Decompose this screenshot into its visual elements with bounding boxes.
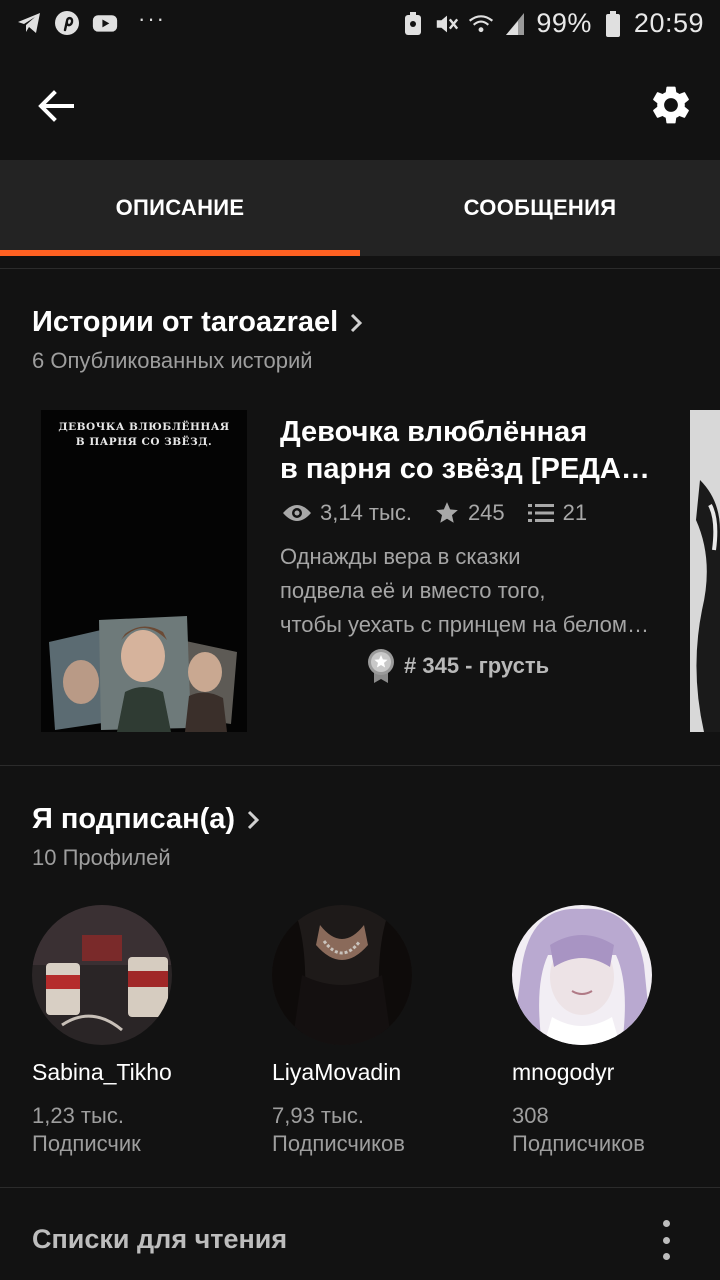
settings-button[interactable] [648, 82, 694, 128]
wifi-icon [468, 11, 494, 37]
profile-follower-label: Подписчиков [272, 1131, 405, 1156]
next-story-cover[interactable] [690, 410, 720, 732]
story-cover-text: ДЕВОЧКА ВЛЮБЛЁННАЯ В ПАРНЯ СО ЗВЁЗД. [41, 420, 247, 450]
reading-lists-title[interactable]: Списки для чтения [32, 1224, 287, 1255]
status-bar: ··· 99% 20:59 [0, 0, 720, 50]
profile-followers: 308 Подписчиков [512, 1102, 720, 1158]
cover-text-line2: В ПАРНЯ СО ЗВЁЗД. [75, 436, 213, 448]
divider [0, 268, 720, 269]
stories-section-header[interactable]: Истории от taroazrael [32, 306, 364, 339]
avatar[interactable] [32, 905, 172, 1045]
battery-icon [600, 10, 626, 37]
chevron-right-icon [248, 810, 260, 829]
tab-messages[interactable]: СООБЩЕНИЯ [360, 160, 720, 256]
profile-followers: 7,93 тыс. Подписчиков [272, 1102, 492, 1158]
toolbar [0, 50, 720, 160]
mute-icon [434, 11, 460, 37]
signal-icon [502, 11, 528, 37]
story-title-line2: в парня со звёзд [РЕДАКТИРУЕТСЯ] [280, 453, 652, 485]
divider [0, 765, 720, 766]
profile-card[interactable]: Sabina_Tikho 1,23 тыс. Подписчик [32, 905, 252, 1158]
profile-follower-label: Подписчиков [512, 1131, 645, 1156]
ranking-badge-icon [368, 649, 394, 683]
story-title-line1: Девочка влюблённая [280, 416, 588, 448]
profile-follower-count: 1,23 тыс. [32, 1103, 124, 1128]
more-options-button[interactable] [658, 1220, 674, 1260]
star-icon [436, 502, 458, 523]
story-reads: 3,14 тыс. [320, 500, 412, 525]
following-section-subtitle: 10 Профилей [32, 845, 171, 870]
profile-follower-label: Подписчик [32, 1131, 141, 1156]
profile-card[interactable]: mnogodyr 308 Подписчиков [512, 905, 720, 1158]
tab-description[interactable]: ОПИСАНИЕ [0, 160, 360, 256]
cover-artwork-image [49, 616, 237, 732]
story-rank-label: # 345 - грусть [404, 653, 550, 678]
story-cover[interactable]: ДЕВОЧКА ВЛЮБЛЁННАЯ В ПАРНЯ СО ЗВЁЗД. [41, 410, 247, 732]
avatar-image [272, 905, 412, 1045]
arrow-left-icon [38, 90, 74, 122]
back-button[interactable] [34, 84, 78, 128]
story-description: Однажды вера в сказки подвела её и вмест… [280, 540, 652, 642]
more-vertical-icon [662, 1220, 670, 1227]
profile-name: Sabina_Tikho [32, 1059, 172, 1085]
avatar-image [32, 905, 172, 1045]
profile-followers: 1,23 тыс. Подписчик [32, 1102, 252, 1158]
cover-text-line1: ДЕВОЧКА ВЛЮБЛЁННАЯ [58, 421, 230, 433]
story-rank[interactable]: # 345 - грусть [366, 648, 549, 684]
gear-icon [653, 86, 689, 124]
following-section-header[interactable]: Я подписан(а) [32, 803, 261, 836]
story-stats: 3,14 тыс. 245 21 [282, 500, 609, 526]
battery-percent: 99% [536, 8, 592, 38]
profile-name: LiyaMovadin [272, 1059, 402, 1085]
story-title[interactable]: Девочка влюблённая в парня со звёзд [РЕД… [280, 414, 652, 488]
avatar-image [512, 905, 652, 1045]
youtube-icon [92, 10, 118, 36]
telegram-icon [16, 10, 42, 36]
story-votes: 245 [467, 500, 505, 525]
avatar[interactable] [272, 905, 412, 1045]
chevron-right-icon [351, 313, 363, 332]
profile-name: mnogodyr [512, 1059, 615, 1085]
notification-icon [400, 11, 426, 37]
story-description-line1: Однажды вера в сказки [280, 544, 521, 569]
eye-icon [283, 505, 311, 521]
more-dots-icon: ··· [138, 6, 166, 31]
list-icon [527, 504, 554, 522]
story-parts: 21 [562, 500, 588, 525]
story-description-line3: чтобы уехать с принцем на белом коне [280, 612, 652, 637]
story-description-line2: подвела её и вместо того, [280, 578, 546, 603]
next-cover-image [690, 410, 720, 732]
following-section-title: Я подписан(а) [32, 803, 236, 835]
clock: 20:59 [633, 8, 704, 38]
pinterest-icon [54, 10, 80, 36]
profile-follower-count: 7,93 тыс. [272, 1103, 364, 1128]
profile-card[interactable]: LiyaMovadin 7,93 тыс. Подписчиков [272, 905, 492, 1158]
tab-bar: ОПИСАНИЕ СООБЩЕНИЯ [0, 160, 720, 256]
stories-section-subtitle: 6 Опубликованных историй [32, 348, 313, 373]
avatar[interactable] [512, 905, 652, 1045]
profile-follower-count: 308 [512, 1103, 549, 1128]
divider [0, 1187, 720, 1188]
stories-section-title: Истории от taroazrael [32, 306, 339, 338]
